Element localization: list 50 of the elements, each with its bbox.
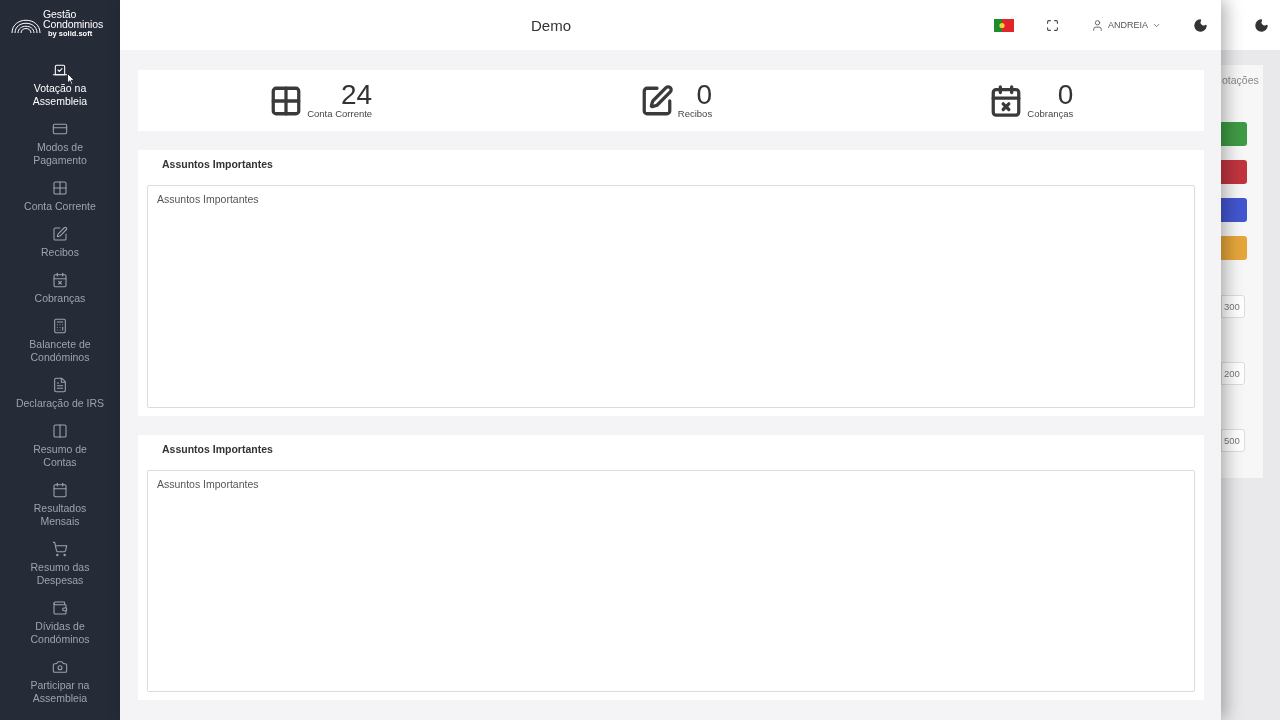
amount-field[interactable]: 300 xyxy=(1221,295,1245,318)
card-title: Assuntos Importantes xyxy=(161,441,274,457)
sidebar-item[interactable]: Votação na Assembleia xyxy=(32,62,88,108)
user-icon xyxy=(1091,18,1104,32)
theme-toggle-button[interactable] xyxy=(1193,17,1208,33)
flag-icon[interactable] xyxy=(994,18,1014,32)
moon-icon xyxy=(1193,17,1208,33)
columns-icon xyxy=(52,423,68,439)
wallet-icon xyxy=(52,600,68,616)
calculator-icon xyxy=(52,318,68,334)
page-title: Demo xyxy=(530,16,572,34)
stat-label: Recibos xyxy=(677,107,713,120)
logo-text: Gestão xyxy=(43,9,78,19)
calendar-x-icon xyxy=(52,272,68,288)
ballot-box-icon xyxy=(52,62,68,78)
amount-field[interactable]: 200 xyxy=(1221,362,1245,385)
cart-icon xyxy=(52,541,68,557)
pencil-square-icon xyxy=(52,226,68,242)
stat-value: 0 xyxy=(696,81,713,108)
notes-field[interactable]: Assuntos Importantes xyxy=(147,185,1195,408)
stat-label: Conta Corrente xyxy=(307,107,373,120)
cursor-icon xyxy=(67,73,75,85)
sidebar-item[interactable]: Recibos xyxy=(41,226,79,259)
stat-value: 24 xyxy=(341,81,373,108)
stat-value: 0 xyxy=(1057,81,1074,108)
notes-field[interactable]: Assuntos Importantes xyxy=(147,469,1195,692)
sidebar-item[interactable]: Modos de Pagamento xyxy=(33,121,87,167)
sidebar-item[interactable]: Participar na Assembleia xyxy=(30,659,90,705)
credit-card-icon xyxy=(52,121,68,137)
section-heading: otações xyxy=(1222,74,1259,86)
fullscreen-icon xyxy=(1046,18,1059,32)
grid-icon xyxy=(52,180,68,196)
calendar-icon xyxy=(52,482,68,498)
sidebar-item[interactable]: Resumo de Contas xyxy=(33,423,87,469)
stat-label: Cobranças xyxy=(1027,107,1074,120)
amount-field[interactable]: 500 xyxy=(1221,429,1245,452)
document-icon xyxy=(52,377,68,393)
sidebar-item[interactable]: Conta Corrente xyxy=(24,180,96,213)
fullscreen-button[interactable] xyxy=(1046,18,1059,32)
sidebar-item[interactable]: Balancete de Condóminos xyxy=(29,318,91,364)
card-title: Assuntos Importantes xyxy=(161,157,274,172)
sidebar-item[interactable]: Dívidas de Condóminos xyxy=(30,600,90,646)
camera-icon xyxy=(52,659,68,675)
user-menu-button[interactable]: ANDREIA xyxy=(1091,18,1161,32)
moon-icon[interactable] xyxy=(1254,17,1269,33)
logo-text: Condominios xyxy=(43,19,104,29)
sidebar-item[interactable]: Cobranças xyxy=(34,272,86,305)
sidebar-item[interactable]: Resultados Mensais xyxy=(33,482,87,528)
sidebar-item[interactable]: Declaração de IRS xyxy=(15,377,105,410)
sidebar-item[interactable]: Resumo das Despesas xyxy=(30,541,90,587)
